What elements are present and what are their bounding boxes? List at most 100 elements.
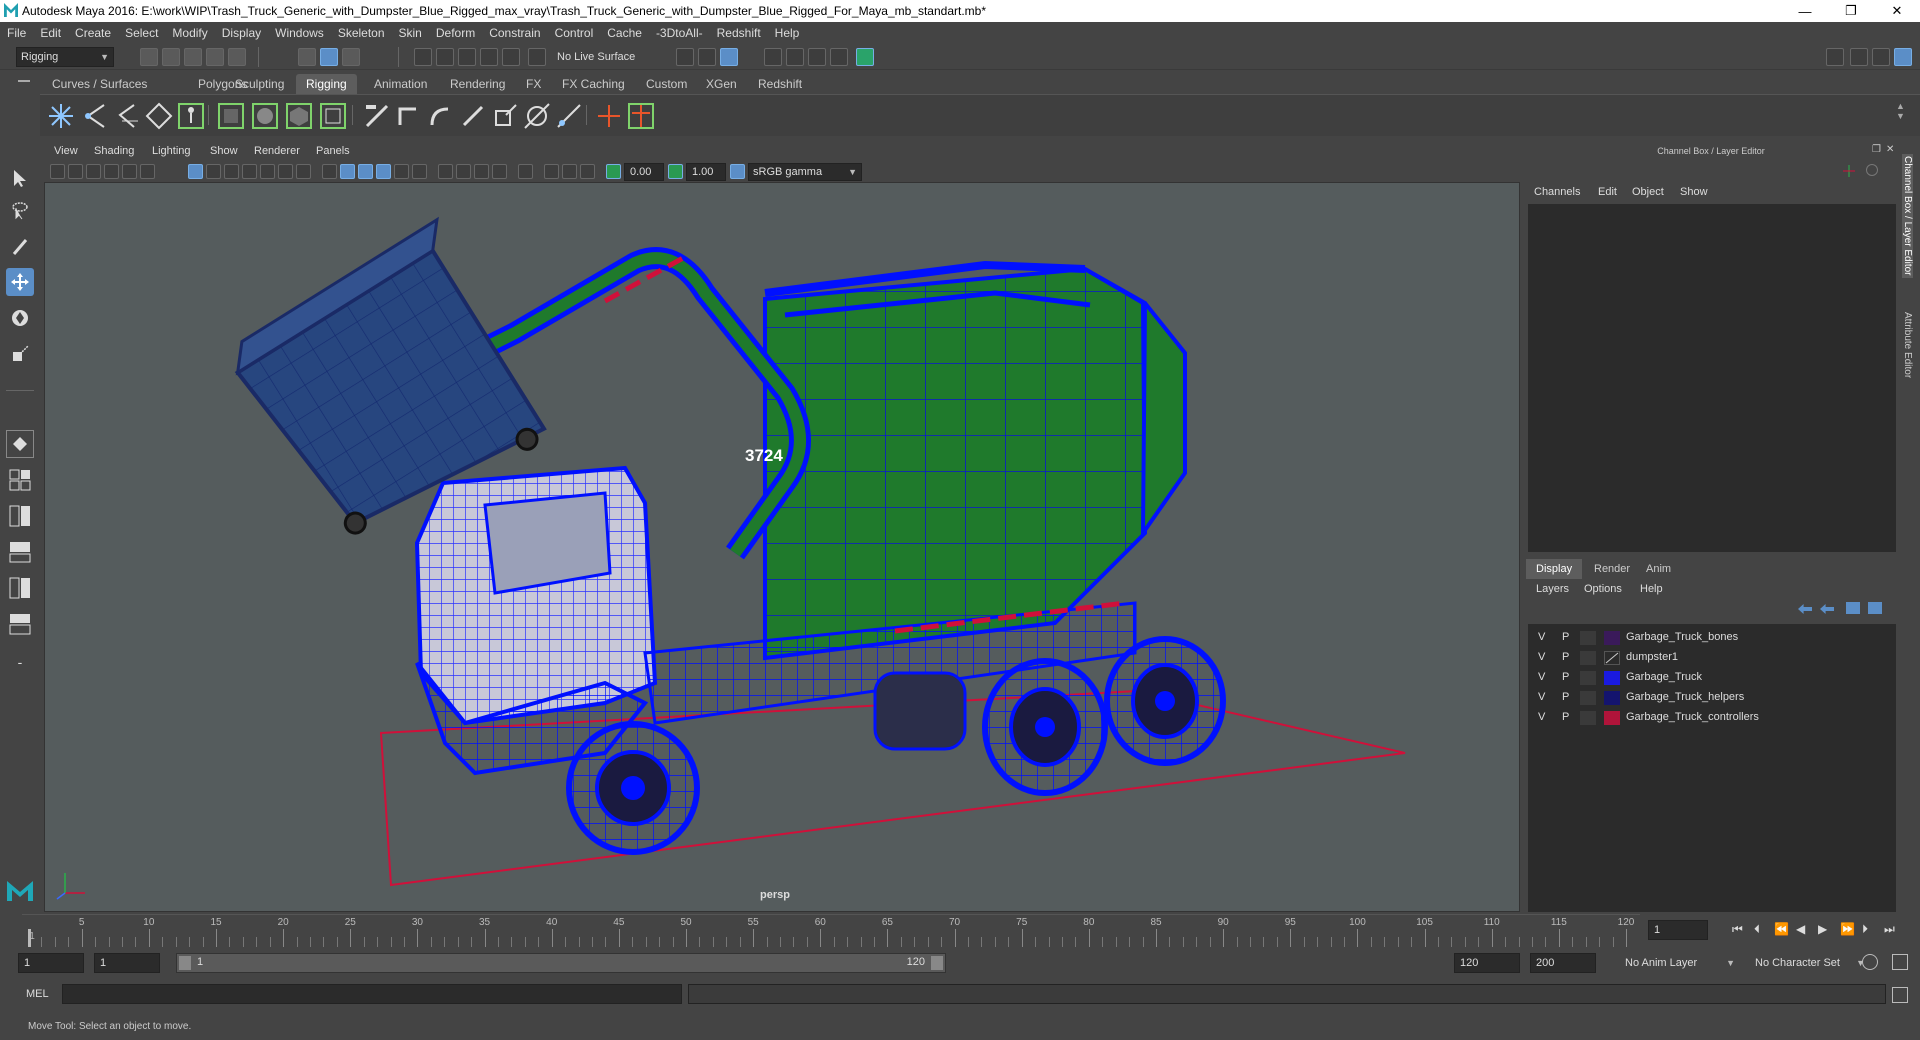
menu-redshift[interactable]: Redshift [710,26,768,40]
single-view-layout-icon[interactable] [6,430,34,458]
viewport-menu-view[interactable]: View [54,145,78,157]
front-wheel[interactable] [566,721,700,855]
human-ik-icon[interactable] [176,101,206,131]
construction-history-icon[interactable] [698,48,716,66]
persp-outliner-layout-icon[interactable] [6,538,34,566]
auto-key-icon[interactable] [1862,954,1878,970]
select-tool-icon[interactable] [6,164,34,192]
channel-box-area[interactable] [1528,204,1896,552]
layer-color-swatch[interactable] [1604,691,1620,705]
menu-select[interactable]: Select [118,26,165,40]
textured-icon[interactable] [376,164,391,179]
snap-surface-icon[interactable] [502,48,520,66]
tab-xgen[interactable]: XGen [696,74,747,94]
new-layer-selected-icon[interactable] [1868,602,1882,614]
play-forward-icon[interactable]: ▶ [1818,922,1827,936]
grid-toggle-icon[interactable] [188,164,203,179]
snap-grid-icon[interactable] [414,48,432,66]
camera-select-icon[interactable] [50,164,65,179]
layer-visibility-toggle[interactable]: V [1538,671,1545,683]
rotate-tool-icon[interactable] [6,304,34,332]
timeline-ruler[interactable]: 1 5 10 15 20 25 30 35 40 45 50 55 60 65 70 75 80 85 90 95 10… [22,914,1640,947]
parent-constraint-icon[interactable] [394,101,424,131]
field-chart-icon[interactable] [260,164,275,179]
smooth-bind-icon[interactable] [250,101,280,131]
wireframe-icon[interactable] [322,164,337,179]
tab-render[interactable]: Render [1584,559,1640,579]
tab-redshift[interactable]: Redshift [748,74,812,94]
gate-mask-icon[interactable] [242,164,257,179]
new-scene-icon[interactable] [140,48,158,66]
redo-icon[interactable] [228,48,246,66]
menu-control[interactable]: Control [548,26,601,40]
layer-visibility-toggle[interactable]: V [1538,651,1545,663]
resolution-gate-icon[interactable] [224,164,239,179]
select-objects-icon[interactable] [320,48,338,66]
hypershade-layout-icon[interactable] [6,610,34,638]
ik-handle-icon[interactable] [80,101,110,131]
options-menu[interactable]: Options [1584,583,1622,595]
step-back-key-icon[interactable]: ⏴ [1754,922,1760,937]
layer-visibility-toggle[interactable]: V [1538,631,1545,643]
character-set-dropdown[interactable]: No Character Set ▼ [1750,953,1870,973]
menu-cache[interactable]: Cache [600,26,649,40]
paint-weights-icon[interactable] [362,101,392,131]
more-layouts-icon[interactable]: - [6,648,34,676]
range-slider[interactable]: 1 120 [176,953,946,973]
channels-menu[interactable]: Channels [1534,186,1580,198]
viewport-menu-lighting[interactable]: Lighting [152,145,191,157]
rear-wheel-1[interactable] [982,658,1108,796]
menu-windows[interactable]: Windows [268,26,331,40]
render-frame-icon[interactable] [764,48,782,66]
attribute-editor-toggle-icon[interactable] [1850,48,1868,66]
menu-edit[interactable]: Edit [33,26,68,40]
new-empty-layer-icon[interactable] [1846,602,1860,614]
anti-aliasing-icon[interactable] [474,164,489,179]
menu-file[interactable]: File [0,26,33,40]
tab-animation[interactable]: Animation [364,74,437,94]
select-hierarchy-icon[interactable] [298,48,316,66]
layer-name[interactable]: Garbage_Truck_controllers [1626,711,1759,723]
redshift-render-icon[interactable] [856,48,874,66]
colorspace-dropdown[interactable]: sRGB gamma ▼ [748,163,862,181]
play-backward-icon[interactable]: ◀ [1796,922,1805,936]
motion-blur-icon[interactable] [456,164,471,179]
range-start-handle[interactable] [179,956,191,970]
viewport-menu-renderer[interactable]: Renderer [254,145,300,157]
close-panel-icon[interactable]: ✕ [1886,144,1894,155]
save-scene-icon[interactable] [184,48,202,66]
quick-rig-icon[interactable] [144,101,174,131]
perspective-viewport[interactable]: 3724 persp [44,182,1520,912]
aim-constraint-icon[interactable] [522,101,552,131]
layer-help-menu[interactable]: Help [1640,583,1663,595]
layer-playback-toggle[interactable]: P [1562,711,1569,723]
safe-title-icon[interactable] [296,164,311,179]
viewport-menu-shading[interactable]: Shading [94,145,134,157]
tab-rendering[interactable]: Rendering [440,74,515,94]
mel-label[interactable]: MEL [26,988,49,1000]
go-to-end-icon[interactable]: ⏭ [1884,922,1895,937]
ik-spline-icon[interactable] [112,101,142,131]
script-editor-icon[interactable] [1892,987,1908,1003]
step-forward-frame-icon[interactable]: ⏩ [1840,922,1855,936]
scale-constraint-icon[interactable] [490,101,520,131]
close-button[interactable]: ✕ [1874,0,1920,22]
four-view-layout-icon[interactable] [6,466,34,494]
menu-help[interactable]: Help [768,26,807,40]
point-constraint-icon[interactable] [426,101,456,131]
tab-curves-surfaces[interactable]: Curves / Surfaces [42,74,157,94]
side-tab-attribute-editor[interactable]: Attribute Editor [1902,312,1913,378]
layer-playback-toggle[interactable]: P [1562,671,1569,683]
tab-rigging[interactable]: Rigging [296,74,357,94]
cluster-icon[interactable] [318,101,348,131]
menu-constrain[interactable]: Constrain [482,26,547,40]
tab-display[interactable]: Display [1526,559,1583,579]
modeling-toolkit-icon[interactable] [1826,48,1844,66]
scene-radio-icon[interactable] [1866,164,1878,176]
layer-name[interactable]: Garbage_Truck_bones [1626,631,1738,643]
layer-color-swatch[interactable] [1604,651,1620,665]
edit-menu[interactable]: Edit [1598,186,1617,198]
exposure-field[interactable]: 0.00 [624,163,664,181]
minimize-button[interactable]: — [1782,0,1828,22]
truck-body[interactable] [763,266,1148,661]
